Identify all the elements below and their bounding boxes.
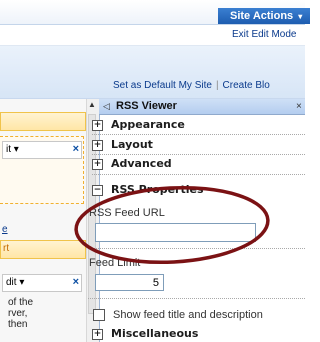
- feed-limit-label: Feed Limit: [89, 257, 141, 269]
- web-part-body-text: of the rver, then: [8, 297, 34, 330]
- tool-pane-title: RSS Viewer: [116, 100, 177, 112]
- collapse-icon[interactable]: −: [92, 184, 103, 196]
- section-label: Advanced: [111, 157, 172, 170]
- section-miscellaneous[interactable]: + Miscellaneous: [92, 326, 198, 342]
- show-feed-title-checkbox[interactable]: [93, 309, 105, 322]
- expand-icon[interactable]: +: [92, 158, 103, 170]
- exit-edit-mode-link[interactable]: Exit Edit Mode: [232, 29, 296, 40]
- divider: [88, 298, 305, 299]
- add-web-part-bar[interactable]: [0, 112, 86, 131]
- close-icon[interactable]: ×: [296, 99, 302, 114]
- close-icon[interactable]: ×: [73, 143, 79, 155]
- divider: [92, 174, 305, 175]
- close-icon[interactable]: ×: [73, 276, 79, 288]
- page-header-band: [0, 46, 305, 99]
- rss-feed-url-input[interactable]: [95, 223, 256, 242]
- tool-pane: [99, 99, 306, 342]
- feed-limit-input[interactable]: [95, 274, 164, 291]
- section-layout[interactable]: + Layout: [92, 137, 153, 153]
- back-arrow-icon[interactable]: ◁: [103, 99, 110, 114]
- chevron-down-icon: ▾: [298, 12, 303, 21]
- edit-menu-label: dit ▾: [6, 277, 25, 288]
- web-part-edit-menu[interactable]: it ▾ ×: [2, 141, 82, 159]
- section-label: Layout: [111, 138, 153, 151]
- zone-link[interactable]: e: [2, 224, 8, 235]
- section-advanced[interactable]: + Advanced: [92, 156, 172, 172]
- site-links-row: Set as Default My Site | Create Blo: [113, 80, 270, 91]
- show-feed-title-label: Show feed title and description: [113, 309, 263, 321]
- set-default-site-link[interactable]: Set as Default My Site: [113, 80, 212, 91]
- expand-icon[interactable]: +: [92, 139, 103, 151]
- expand-icon[interactable]: +: [92, 119, 103, 131]
- web-part-edit-menu[interactable]: dit ▾ ×: [2, 274, 82, 292]
- divider: [92, 154, 305, 155]
- rss-feed-url-label: RSS Feed URL: [89, 207, 165, 219]
- show-feed-title-option[interactable]: Show feed title and description: [93, 309, 263, 322]
- section-label: Appearance: [111, 118, 185, 131]
- section-label: RSS Properties: [111, 183, 204, 196]
- section-label: Miscellaneous: [111, 327, 199, 340]
- edit-menu-label: it ▾: [6, 144, 19, 155]
- add-web-part-bar[interactable]: rt: [0, 240, 86, 259]
- section-rss-properties[interactable]: − RSS Properties: [92, 182, 204, 198]
- site-actions-label: Site Actions: [230, 10, 294, 22]
- create-blog-link[interactable]: Create Blo: [223, 80, 270, 91]
- divider: [92, 134, 305, 135]
- link-separator: |: [215, 80, 219, 91]
- add-web-part-label: rt: [3, 243, 10, 254]
- scroll-up-icon[interactable]: ▲: [86, 99, 98, 111]
- expand-icon[interactable]: +: [92, 328, 103, 340]
- site-actions-menu[interactable]: Site Actions ▾: [218, 8, 310, 24]
- divider: [88, 248, 305, 249]
- section-appearance[interactable]: + Appearance: [92, 117, 185, 133]
